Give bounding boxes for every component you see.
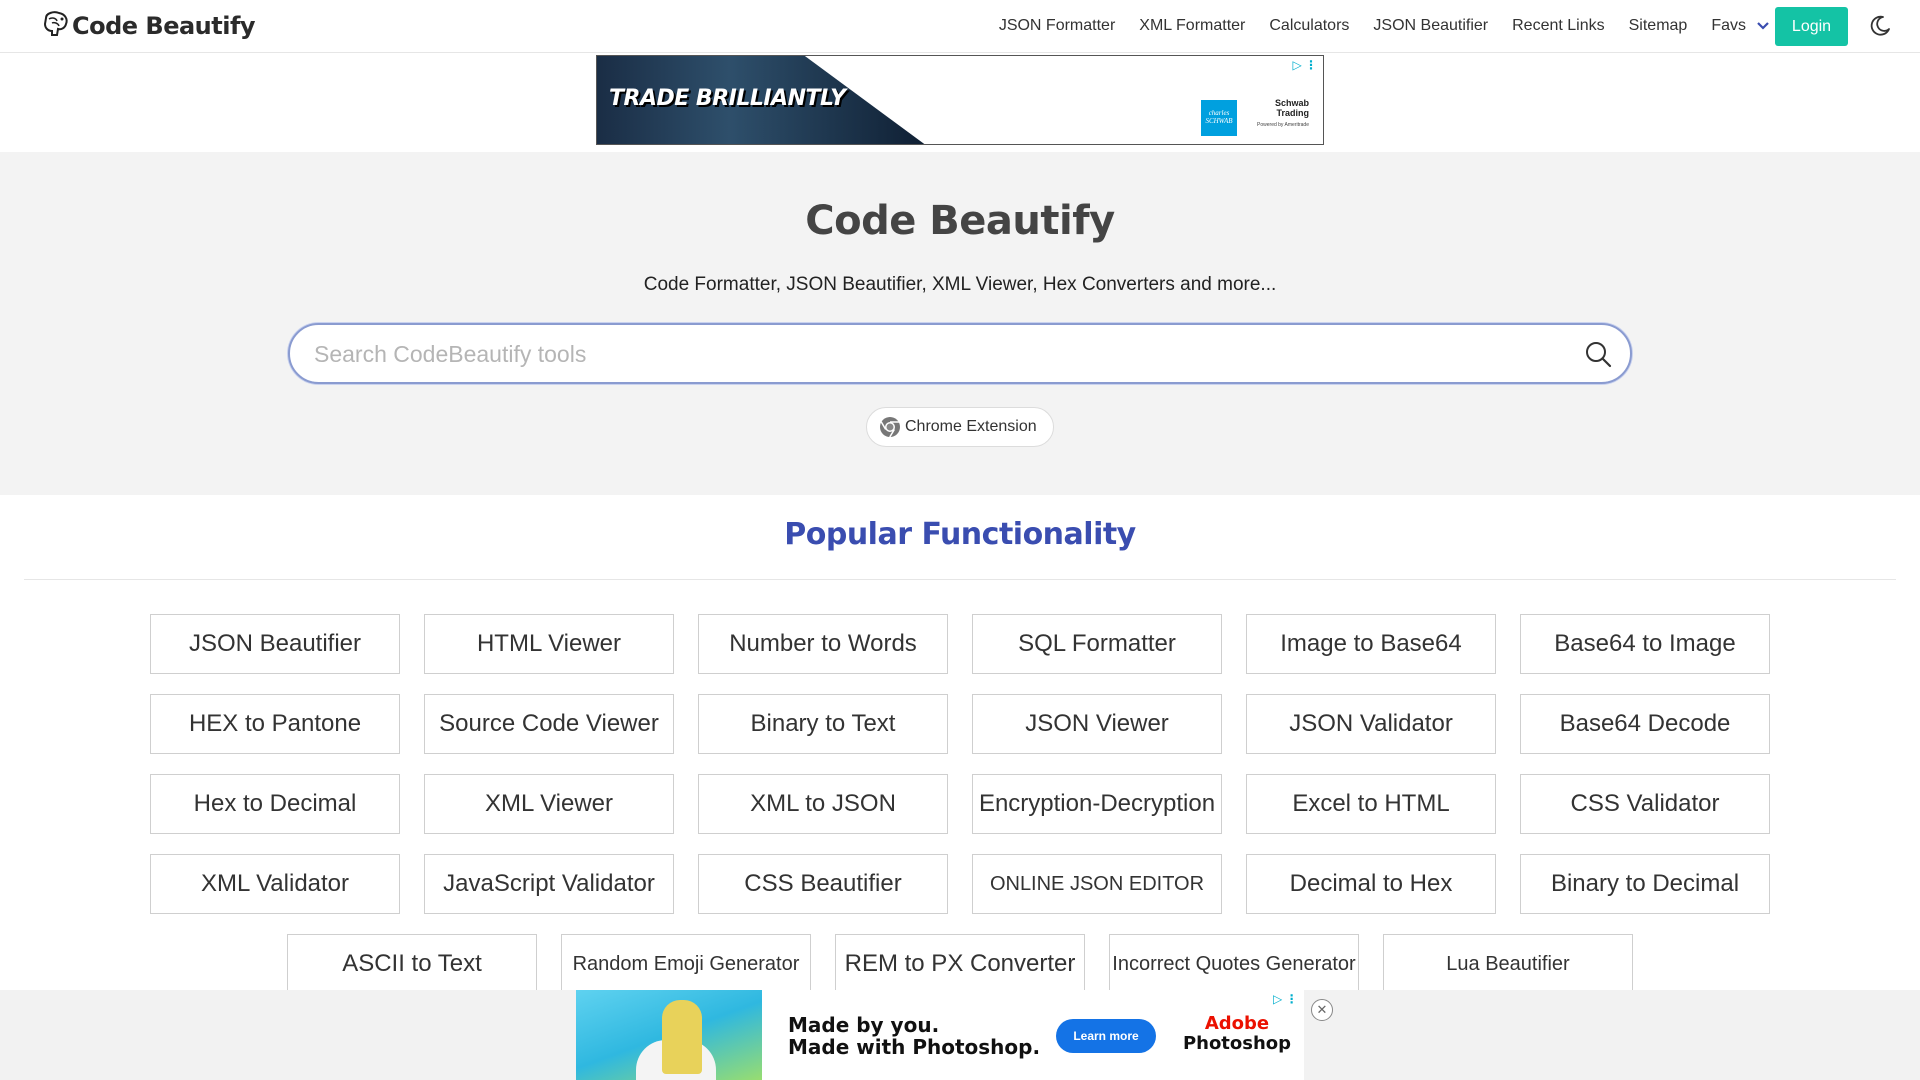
brand-adobe: Adobe <box>1204 1013 1270 1034</box>
learn-more-button[interactable]: Learn more <box>1056 1019 1156 1053</box>
photoshop-ad[interactable]: Made by you. Made with Photoshop. Learn … <box>576 990 1304 1080</box>
tool-base64-decode[interactable]: Base64 Decode <box>1520 694 1770 754</box>
tool-binary-to-decimal[interactable]: Binary to Decimal <box>1520 854 1770 914</box>
tool-rem-to-px-converter[interactable]: REM to PX Converter <box>835 934 1085 994</box>
chrome-extension-label: Chrome Extension <box>905 418 1037 435</box>
search-icon[interactable] <box>1584 340 1612 368</box>
brain-logo-icon <box>43 11 68 36</box>
nav-recent-links[interactable]: Recent Links <box>1512 17 1605 35</box>
tool-xml-viewer[interactable]: XML Viewer <box>424 774 674 834</box>
site-header: Code Beautify JSON Formatter XML Formatt… <box>0 0 1920 53</box>
tool-excel-to-html[interactable]: Excel to HTML <box>1246 774 1496 834</box>
chrome-icon <box>880 417 900 438</box>
trading-brand: Schwab <box>1274 98 1309 108</box>
tool-encryption-decryption[interactable]: Encryption-Decryption <box>972 774 1222 834</box>
nav-json-formatter[interactable]: JSON Formatter <box>999 17 1115 35</box>
schwab-logo: charles SCHWAB <box>1201 100 1237 136</box>
page-title: Code Beautify <box>805 198 1115 244</box>
tool-image-to-base64[interactable]: Image to Base64 <box>1246 614 1496 674</box>
search-input[interactable] <box>314 339 1544 369</box>
ad-choices-icon[interactable]: ▷ ⋮ <box>1292 58 1317 72</box>
tool-css-beautifier[interactable]: CSS Beautifier <box>698 854 948 914</box>
tool-html-viewer[interactable]: HTML Viewer <box>424 614 674 674</box>
tool-json-viewer[interactable]: JSON Viewer <box>972 694 1222 754</box>
schwab-trading-logo: Schwab Trading Powered by Ameritrade <box>1245 98 1309 138</box>
popular-functionality-heading: Popular Functionality <box>784 517 1136 552</box>
tool-json-beautifier[interactable]: JSON Beautifier <box>150 614 400 674</box>
logo-text: Code Beautify <box>72 12 256 40</box>
login-button[interactable]: Login <box>1775 7 1848 46</box>
tools-row: ASCII to Text Random Emoji Generator REM… <box>0 934 1920 994</box>
ad-copy-line2: Made with Photoshop. <box>788 1035 1041 1059</box>
tool-ascii-to-text[interactable]: ASCII to Text <box>287 934 537 994</box>
tools-row: XML Validator JavaScript Validator CSS B… <box>0 854 1920 914</box>
site-logo[interactable]: Code Beautify <box>40 10 256 42</box>
tool-lua-beautifier[interactable]: Lua Beautifier <box>1383 934 1633 994</box>
tool-json-validator[interactable]: JSON Validator <box>1246 694 1496 754</box>
nav-calculators[interactable]: Calculators <box>1269 17 1349 35</box>
section-divider <box>24 579 1896 580</box>
adobe-photoshop-logo: Adobe Photoshop <box>1182 1014 1292 1054</box>
tool-javascript-validator[interactable]: JavaScript Validator <box>424 854 674 914</box>
bottom-sticky-ad: Made by you. Made with Photoshop. Learn … <box>0 990 1920 1080</box>
ad-photo <box>576 990 762 1080</box>
tool-xml-to-json[interactable]: XML to JSON <box>698 774 948 834</box>
tools-row: Hex to Decimal XML Viewer XML to JSON En… <box>0 774 1920 834</box>
ad-copy: Made by you. Made with Photoshop. <box>788 1014 1040 1058</box>
tool-binary-to-text[interactable]: Binary to Text <box>698 694 948 754</box>
tool-online-json-editor[interactable]: ONLINE JSON EDITOR <box>972 854 1222 914</box>
tool-sql-formatter[interactable]: SQL Formatter <box>972 614 1222 674</box>
chrome-extension-button[interactable]: Chrome Extension <box>866 407 1054 447</box>
main-nav: JSON Formatter XML Formatter Calculators… <box>975 0 1770 52</box>
tool-xml-validator[interactable]: XML Validator <box>150 854 400 914</box>
trading-sub: Trading <box>1276 108 1309 118</box>
nav-xml-formatter[interactable]: XML Formatter <box>1139 17 1245 35</box>
ad-choices-icon[interactable]: ▷ ⋮ <box>1273 992 1298 1006</box>
tool-source-code-viewer[interactable]: Source Code Viewer <box>424 694 674 754</box>
tool-number-to-words[interactable]: Number to Words <box>698 614 948 674</box>
chevron-down-icon <box>1757 22 1769 30</box>
dark-mode-moon-icon[interactable] <box>1868 14 1892 38</box>
tools-row: JSON Beautifier HTML Viewer Number to Wo… <box>0 614 1920 674</box>
tool-base64-to-image[interactable]: Base64 to Image <box>1520 614 1770 674</box>
favs-label: Favs <box>1711 17 1746 34</box>
page-subtitle: Code Formatter, JSON Beautifier, XML Vie… <box>643 274 1277 295</box>
nav-sitemap[interactable]: Sitemap <box>1629 17 1688 35</box>
ad-photo-person <box>662 1000 702 1074</box>
search-bar <box>288 323 1632 384</box>
close-ad-icon[interactable]: ✕ <box>1311 999 1333 1021</box>
tool-decimal-to-hex[interactable]: Decimal to Hex <box>1246 854 1496 914</box>
hero-section: Code Beautify Code Formatter, JSON Beaut… <box>0 152 1920 495</box>
ad-headline: TRADE BRILLIANTLY <box>609 86 846 111</box>
tools-grid: JSON Beautifier HTML Viewer Number to Wo… <box>0 614 1920 1014</box>
brand-photoshop: Photoshop <box>1182 1033 1292 1054</box>
top-banner-ad[interactable]: TRADE BRILLIANTLY charles SCHWAB Schwab … <box>596 55 1324 145</box>
nav-favs-dropdown[interactable]: Favs <box>1711 17 1770 35</box>
ad-copy-line1: Made by you. <box>788 1013 940 1037</box>
tool-random-emoji-generator[interactable]: Random Emoji Generator <box>561 934 811 994</box>
tool-hex-to-pantone[interactable]: HEX to Pantone <box>150 694 400 754</box>
tool-hex-to-decimal[interactable]: Hex to Decimal <box>150 774 400 834</box>
nav-json-beautifier[interactable]: JSON Beautifier <box>1373 17 1488 35</box>
tools-row: HEX to Pantone Source Code Viewer Binary… <box>0 694 1920 754</box>
tool-css-validator[interactable]: CSS Validator <box>1520 774 1770 834</box>
tool-incorrect-quotes-generator[interactable]: Incorrect Quotes Generator <box>1109 934 1359 994</box>
trading-powered: Powered by Ameritrade <box>1257 122 1309 128</box>
